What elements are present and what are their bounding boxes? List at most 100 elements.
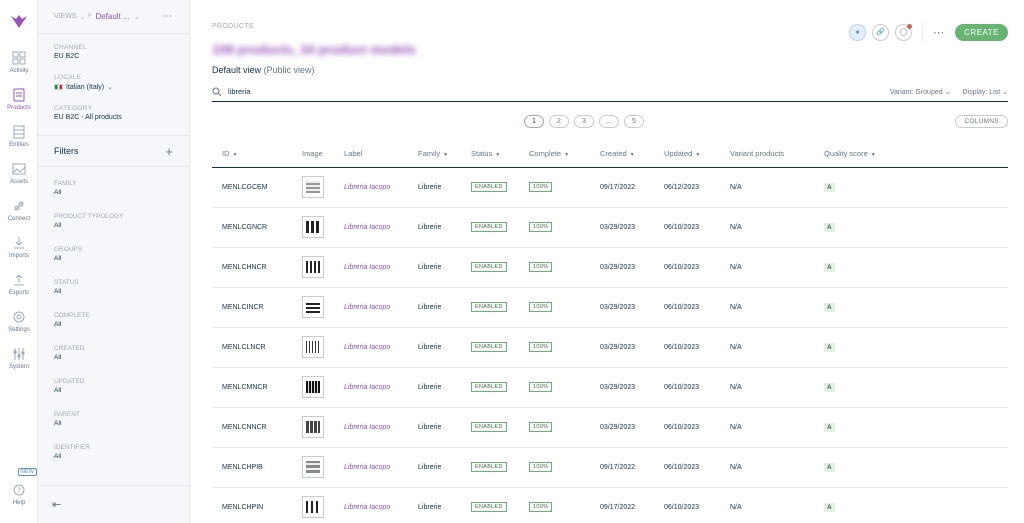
create-button[interactable]: CREATE: [955, 23, 1008, 41]
product-label[interactable]: Libreria Iacopo: [334, 207, 408, 248]
view-name: Default ...: [95, 12, 130, 21]
notifications-button[interactable]: ◯: [895, 23, 913, 41]
add-filter-button[interactable]: +: [165, 144, 173, 159]
product-id: MENLCHNCR: [212, 247, 292, 288]
columns-button[interactable]: COLUMNS: [955, 115, 1008, 128]
variant-selector[interactable]: Variant: Grouped ⌄: [890, 88, 951, 96]
product-label[interactable]: Libreria Iacopo: [334, 407, 408, 448]
collapse-column-button[interactable]: ⇤: [38, 485, 190, 523]
completeness-badge: 100%: [529, 222, 553, 232]
product-id: MENLCINCR: [212, 287, 292, 328]
more-options-icon[interactable]: ⋯: [162, 11, 173, 22]
updated-date: 06/10/2023: [654, 207, 720, 248]
product-label[interactable]: Libreria Iacopo: [334, 247, 408, 288]
nav-item-entities[interactable]: Entities: [0, 118, 38, 155]
filter-value: All: [54, 320, 62, 328]
imports-icon: [12, 236, 26, 250]
user-avatar[interactable]: ●: [849, 23, 867, 41]
product-label[interactable]: Libreria Iacopo: [334, 447, 408, 488]
status-badge: ENABLED: [471, 222, 507, 232]
page-button[interactable]: 2: [549, 115, 569, 128]
channel-switcher[interactable]: CHANNEL EU B2C: [54, 44, 173, 60]
shelf-image: [306, 421, 320, 433]
product-id: MENLCMNCR: [212, 367, 292, 408]
chevron-down-icon: ⌄: [107, 84, 113, 91]
product-label[interactable]: Libreria Iacopo: [334, 167, 408, 208]
notification-dot: [907, 23, 913, 29]
link-button[interactable]: 🔗: [872, 23, 890, 41]
quality-score-badge: A: [824, 182, 835, 192]
quality-cell: A: [814, 287, 1008, 328]
nav-item-exports[interactable]: Exports: [0, 266, 38, 303]
filter-groups[interactable]: GROUPS All: [38, 237, 189, 270]
context-switchers: CHANNEL EU B2C LOCALE Italian (Italy) ⌄ …: [38, 33, 189, 121]
column-header-quality-score[interactable]: Quality score ▼: [814, 140, 1008, 168]
more-actions-icon[interactable]: ⋯: [933, 26, 945, 39]
filter-identifier[interactable]: IDENTIFIER All: [38, 435, 189, 468]
page-button[interactable]: 5: [624, 115, 644, 128]
filter-created[interactable]: CREATED All: [38, 336, 189, 369]
filter-complete[interactable]: COMPLETE All: [38, 303, 189, 336]
sort-caret-icon: ▼: [870, 151, 876, 158]
nav-item-activity[interactable]: Activity: [0, 44, 38, 81]
nav-item-system[interactable]: System: [0, 340, 38, 377]
status-cell: ENABLED: [461, 167, 519, 208]
breadcrumb[interactable]: PRODUCTS: [212, 23, 254, 30]
search-input[interactable]: libreria: [228, 87, 251, 96]
page-button[interactable]: 3: [574, 115, 594, 128]
table-row[interactable]: MENLCHPIN Libreria Iacopo Librerie ENABL…: [212, 487, 1008, 523]
table-row[interactable]: MENLCHNCR Libreria Iacopo Librerie ENABL…: [212, 247, 1008, 288]
product-thumbnail: [302, 256, 324, 278]
column-header-created[interactable]: Created ▼: [590, 140, 654, 168]
filter-updated[interactable]: UPDATED All: [38, 369, 189, 402]
filter-label: IDENTIFIER: [54, 443, 91, 451]
app: Activity Products Entities Assets Connect Imp…: [0, 0, 1024, 523]
nav-item-assets[interactable]: Assets: [0, 155, 38, 192]
product-label[interactable]: Libreria Iacopo: [334, 367, 408, 408]
filter-family[interactable]: FAMILY All: [38, 171, 189, 204]
product-thumbnail: [302, 216, 324, 238]
views-selector[interactable]: VIEWS ⌄ /* Default ... ⌄ ⋯: [38, 0, 189, 33]
column-header-family[interactable]: Family ▼: [408, 140, 461, 168]
filter-product-typology[interactable]: PRODUCT TYPOLOGY All: [38, 204, 189, 237]
display-selector[interactable]: Display: List ⌄: [962, 88, 1008, 96]
table-row[interactable]: MENLCINCR Libreria Iacopo Librerie ENABL…: [212, 287, 1008, 328]
table-row[interactable]: MENLCLNCR Libreria Iacopo Librerie ENABL…: [212, 327, 1008, 368]
table-row[interactable]: MENLCGCEM Libreria Iacopo Librerie ENABL…: [212, 167, 1008, 208]
product-label[interactable]: Libreria Iacopo: [334, 287, 408, 328]
channel-value: EU B2C: [54, 53, 80, 60]
status-cell: ENABLED: [461, 287, 519, 328]
completeness-badge: 100%: [529, 502, 553, 512]
nav-item-connect[interactable]: Connect: [0, 192, 38, 229]
column-header-complete[interactable]: Complete ▼: [519, 140, 590, 168]
page-button[interactable]: 1: [524, 115, 544, 128]
entities-icon: [12, 125, 26, 139]
product-label[interactable]: Libreria Iacopo: [334, 487, 408, 523]
akeneo-logo[interactable]: [0, 0, 38, 44]
nav-list: Activity Products Entities Assets Connect Imp…: [0, 44, 37, 377]
filter-value: All: [54, 353, 62, 361]
status-badge: ENABLED: [471, 502, 507, 512]
column-header-status[interactable]: Status ▼: [461, 140, 519, 168]
column-header-updated[interactable]: Updated ▼: [654, 140, 720, 168]
category-switcher[interactable]: CATEGORY EU B2C - All products: [54, 105, 173, 121]
locale-switcher[interactable]: LOCALE Italian (Italy) ⌄: [54, 74, 173, 91]
page-button[interactable]: ...: [599, 115, 619, 128]
table-header-row: ID ▼ Image Label Family ▼ Status ▼ Complete ▼ Crea…: [212, 140, 1008, 168]
table-row[interactable]: MENLCHPIB Libreria Iacopo Librerie ENABL…: [212, 447, 1008, 488]
column-header-id[interactable]: ID ▼: [212, 140, 292, 168]
filter-status[interactable]: STATUS All: [38, 270, 189, 303]
table-row[interactable]: MENLCGNCR Libreria Iacopo Librerie ENABL…: [212, 207, 1008, 248]
nav-item-imports[interactable]: Imports: [0, 229, 38, 266]
product-thumbnail: [302, 176, 324, 198]
quality-cell: A: [814, 447, 1008, 488]
table-row[interactable]: MENLCNNCR Libreria Iacopo Librerie ENABL…: [212, 407, 1008, 448]
help-button[interactable]: NEW ? Help: [0, 468, 38, 513]
nav-item-products[interactable]: Products: [0, 81, 38, 118]
nav-item-settings[interactable]: Settings: [0, 303, 38, 340]
product-label[interactable]: Libreria Iacopo: [334, 327, 408, 368]
filter-parent[interactable]: PARENT All: [38, 402, 189, 435]
new-badge: NEW: [18, 468, 37, 476]
complete-cell: 100%: [519, 407, 590, 448]
table-row[interactable]: MENLCMNCR Libreria Iacopo Librerie ENABL…: [212, 367, 1008, 408]
